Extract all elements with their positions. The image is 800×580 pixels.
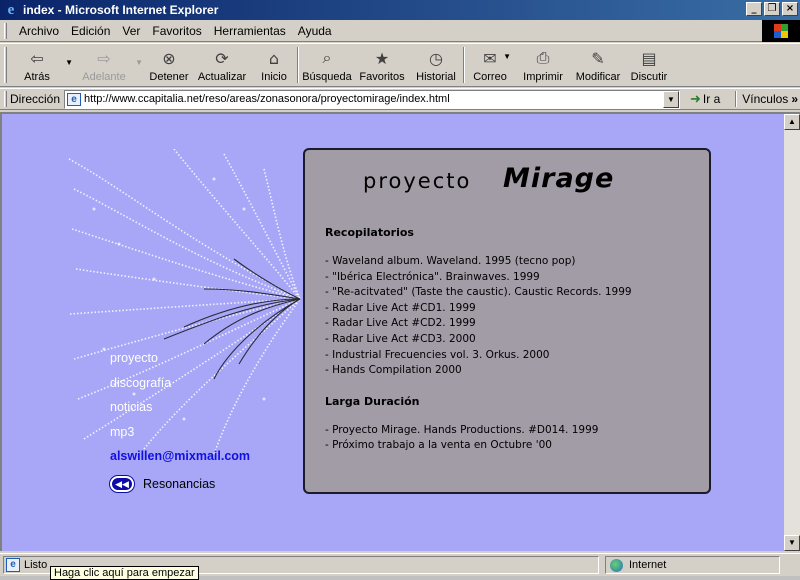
nav-link-discografia[interactable]: discografía bbox=[110, 371, 250, 396]
printer-icon: ⎙ bbox=[536, 48, 550, 67]
discuss-icon: ▤ bbox=[641, 48, 657, 68]
forward-button[interactable]: ⇨ Adelante ▼ bbox=[75, 44, 143, 86]
page-viewport: proyecto discografía noticias mp3 alswil… bbox=[0, 112, 800, 551]
window-title: index - Microsoft Internet Explorer bbox=[23, 3, 219, 17]
home-button[interactable]: ⌂ Inicio bbox=[251, 44, 297, 86]
vertical-scrollbar[interactable]: ▲ ▼ bbox=[784, 114, 800, 551]
back-arrow-icon: ⇦ bbox=[30, 48, 44, 68]
links-button[interactable]: Vínculos » bbox=[735, 91, 798, 107]
favorites-button[interactable]: ★ Favoritos bbox=[355, 44, 409, 86]
history-icon: ◷ bbox=[429, 48, 443, 68]
search-icon: ⌕ bbox=[322, 48, 332, 67]
site-logo: proyecto Mirage bbox=[363, 163, 663, 199]
release-item: - Radar Live Act #CD2. 1999 bbox=[325, 317, 476, 330]
release-item: - "Ibérica Electrónica". Brainwaves. 199… bbox=[325, 270, 540, 283]
address-label: Dirección bbox=[10, 92, 61, 106]
address-dropdown-icon[interactable]: ▼ bbox=[663, 90, 680, 108]
minimize-button[interactable]: _ bbox=[746, 2, 762, 16]
mail-dropdown-icon[interactable]: ▼ bbox=[503, 52, 511, 61]
search-button[interactable]: ⌕ Búsqueda bbox=[299, 44, 355, 86]
release-item: - Waveland album. Waveland. 1995 (tecno … bbox=[325, 255, 576, 267]
release-item: - Radar Live Act #CD1. 1999 bbox=[325, 301, 476, 314]
address-input[interactable]: e http://www.ccapitalia.net/reso/areas/z… bbox=[64, 89, 681, 109]
discography-panel: proyecto Mirage Recopilatorios - Wavelan… bbox=[303, 148, 711, 494]
release-item: - "Re-acitvated" (Taste the caustic). Ca… bbox=[325, 286, 632, 299]
section-title-larga-duracion: Larga Duración bbox=[325, 394, 420, 408]
menu-favoritos[interactable]: Favoritos bbox=[146, 24, 207, 38]
nav-link-noticias[interactable]: noticias bbox=[110, 395, 250, 420]
refresh-icon: ⟳ bbox=[215, 48, 229, 68]
back-dropdown-icon[interactable]: ▼ bbox=[65, 58, 73, 67]
resonancias-link[interactable]: ◀◀ Resonancias bbox=[110, 476, 250, 492]
zone-label: Internet bbox=[629, 559, 667, 571]
history-button[interactable]: ◷ Historial bbox=[409, 44, 463, 86]
release-item: - Hands Compilation 2000 bbox=[325, 364, 462, 377]
stop-button[interactable]: ⊗ Detener bbox=[145, 44, 193, 86]
edit-icon: ✎ bbox=[591, 48, 605, 68]
refresh-button[interactable]: ⟳ Actualizar bbox=[193, 44, 251, 86]
logo-prefix: proyecto bbox=[363, 169, 472, 193]
menu-ayuda[interactable]: Ayuda bbox=[292, 24, 338, 38]
menu-edicion[interactable]: Edición bbox=[65, 24, 116, 38]
chevron-right-icon: » bbox=[791, 92, 798, 106]
nav-link-proyecto[interactable]: proyecto bbox=[110, 346, 250, 371]
forward-dropdown-icon[interactable]: ▼ bbox=[135, 58, 143, 67]
internet-globe-icon bbox=[610, 558, 623, 572]
release-item: - Proyecto Mirage. Hands Productions. #D… bbox=[325, 423, 599, 436]
site-navigation: proyecto discografía noticias mp3 alswil… bbox=[110, 346, 250, 492]
section-title-recopilatorios: Recopilatorios bbox=[325, 226, 414, 239]
forward-arrow-icon: ⇨ bbox=[97, 48, 111, 68]
edit-button[interactable]: ✎ Modificar bbox=[571, 44, 625, 86]
go-button[interactable]: ➜ Ir a bbox=[690, 91, 720, 107]
address-url[interactable]: http://www.ccapitalia.net/reso/areas/zon… bbox=[84, 93, 450, 105]
stop-icon: ⊗ bbox=[162, 48, 176, 68]
mail-button[interactable]: ✉ Correo ▼ bbox=[465, 44, 515, 86]
standard-toolbar: ⇦ Atrás ▼ ⇨ Adelante ▼ ⊗ Detener ⟳ Actua… bbox=[0, 43, 800, 87]
scroll-up-icon[interactable]: ▲ bbox=[784, 114, 800, 130]
nav-link-mp3[interactable]: mp3 bbox=[110, 420, 250, 445]
back-button[interactable]: ⇦ Atrás ▼ bbox=[11, 44, 73, 86]
discuss-button[interactable]: ▤ Discutir bbox=[625, 44, 673, 86]
logo-name: Mirage bbox=[503, 163, 615, 194]
page-icon: e bbox=[67, 92, 82, 106]
ie-logo-icon: e bbox=[7, 2, 15, 18]
start-tooltip: Haga clic aquí para empezar bbox=[50, 566, 199, 580]
release-item: - Radar Live Act #CD3. 2000 bbox=[325, 332, 476, 345]
release-item: - Industrial Frecuencies vol. 3. Orkus. … bbox=[325, 348, 550, 361]
mail-icon: ✉ bbox=[483, 48, 497, 68]
security-zone: Internet bbox=[605, 556, 780, 574]
title-bar: e index - Microsoft Internet Explorer _ … bbox=[0, 0, 800, 20]
menu-bar: Archivo Edición Ver Favoritos Herramient… bbox=[0, 20, 800, 42]
page-status-icon: e bbox=[6, 558, 20, 572]
home-icon: ⌂ bbox=[268, 48, 280, 68]
restore-button[interactable]: ❐ bbox=[764, 2, 780, 16]
browser-window: e index - Microsoft Internet Explorer _ … bbox=[0, 0, 800, 580]
scroll-down-icon[interactable]: ▼ bbox=[784, 535, 800, 551]
go-arrow-icon: ➜ bbox=[690, 91, 701, 106]
release-item: - Próximo trabajo a la venta en Octubre … bbox=[325, 439, 552, 452]
status-text: Listo bbox=[24, 559, 48, 571]
email-link[interactable]: alswillen@mixmail.com bbox=[110, 444, 250, 470]
close-button[interactable]: × bbox=[782, 2, 798, 16]
favorites-folder-icon: ★ bbox=[374, 48, 390, 68]
menu-ver[interactable]: Ver bbox=[116, 24, 146, 38]
menu-herramientas[interactable]: Herramientas bbox=[208, 24, 292, 38]
print-button[interactable]: ⎙ Imprimir bbox=[515, 44, 571, 86]
discography-content: Recopilatorios - Waveland album. Wavelan… bbox=[325, 226, 705, 454]
menu-archivo[interactable]: Archivo bbox=[13, 24, 65, 38]
rewind-icon: ◀◀ bbox=[110, 476, 134, 492]
windows-logo-icon bbox=[762, 20, 800, 42]
address-bar: Dirección e http://www.ccapitalia.net/re… bbox=[0, 88, 800, 110]
